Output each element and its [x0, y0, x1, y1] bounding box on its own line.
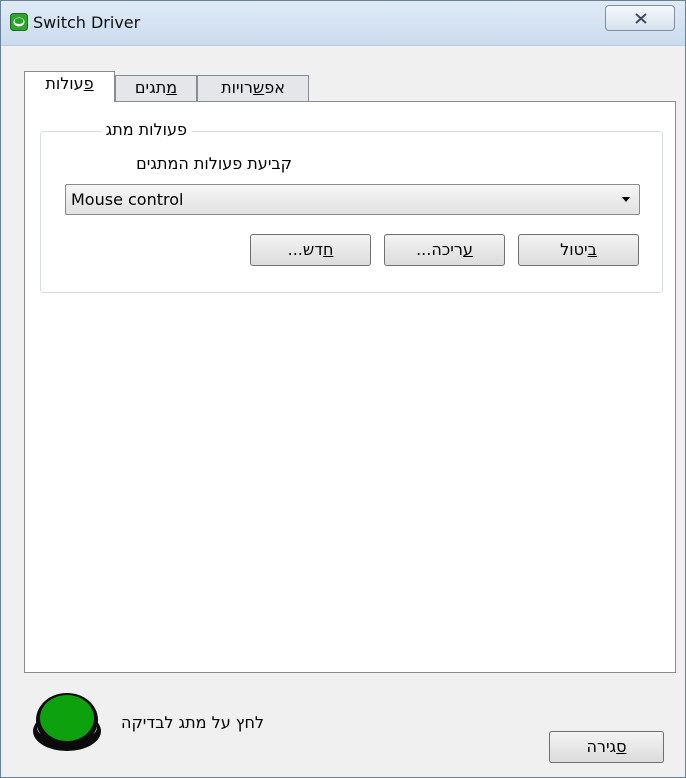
tab-panel: פעולות מתג קביעת פעולות המתגים Mouse con…	[24, 101, 676, 673]
switch-actions-group: פעולות מתג קביעת פעולות המתגים Mouse con…	[40, 120, 663, 293]
close-label: גירה	[586, 737, 617, 756]
tab-switches-mnemonic: מ	[166, 78, 178, 97]
cancel-label: יטול	[560, 240, 588, 259]
tab-options-mnemonic: ש	[252, 78, 265, 97]
tab-switches-label: תגים	[134, 78, 167, 97]
new-label: דש...	[287, 240, 323, 259]
new-button[interactable]: חדש...	[250, 234, 371, 266]
edit-mnemonic: ע	[462, 240, 473, 259]
switch-indicator-icon	[33, 693, 101, 751]
tab-switches[interactable]: מתגים	[115, 75, 197, 101]
edit-label: ריכה...	[416, 240, 463, 259]
switch-actions-label: קביעת פעולות המתגים	[136, 154, 292, 173]
cancel-button[interactable]: ביטול	[518, 234, 639, 266]
switch-actions-dropdown[interactable]: Mouse control	[65, 184, 640, 215]
dropdown-value: Mouse control	[71, 190, 184, 209]
tab-actions-label: עולות	[45, 74, 84, 93]
new-mnemonic: ח	[322, 240, 334, 259]
tab-actions[interactable]: פעולות	[24, 71, 115, 102]
group-title: פעולות מתג	[100, 120, 192, 139]
close-window-button[interactable]	[605, 5, 675, 31]
chevron-down-icon	[622, 197, 630, 202]
tab-options-prefix: אפ	[264, 78, 285, 97]
test-switch-hint: לחץ על מתג לבדיקה	[121, 713, 264, 732]
tab-actions-mnemonic: פ	[83, 74, 94, 93]
cancel-mnemonic: ב	[587, 240, 597, 259]
window-title: Switch Driver	[33, 13, 141, 32]
tab-options-label: רויות	[221, 78, 253, 97]
edit-button[interactable]: עריכה...	[384, 234, 505, 266]
switch-driver-window: Switch Driver פעולות מתגים אפשרויות פעול…	[0, 0, 686, 778]
close-button[interactable]: סגירה	[549, 731, 664, 763]
close-icon	[635, 13, 647, 24]
tab-options[interactable]: אפשרויות	[197, 75, 309, 101]
app-icon	[10, 13, 28, 31]
close-mnemonic: ס	[616, 737, 627, 756]
title-bar: Switch Driver	[1, 1, 685, 46]
